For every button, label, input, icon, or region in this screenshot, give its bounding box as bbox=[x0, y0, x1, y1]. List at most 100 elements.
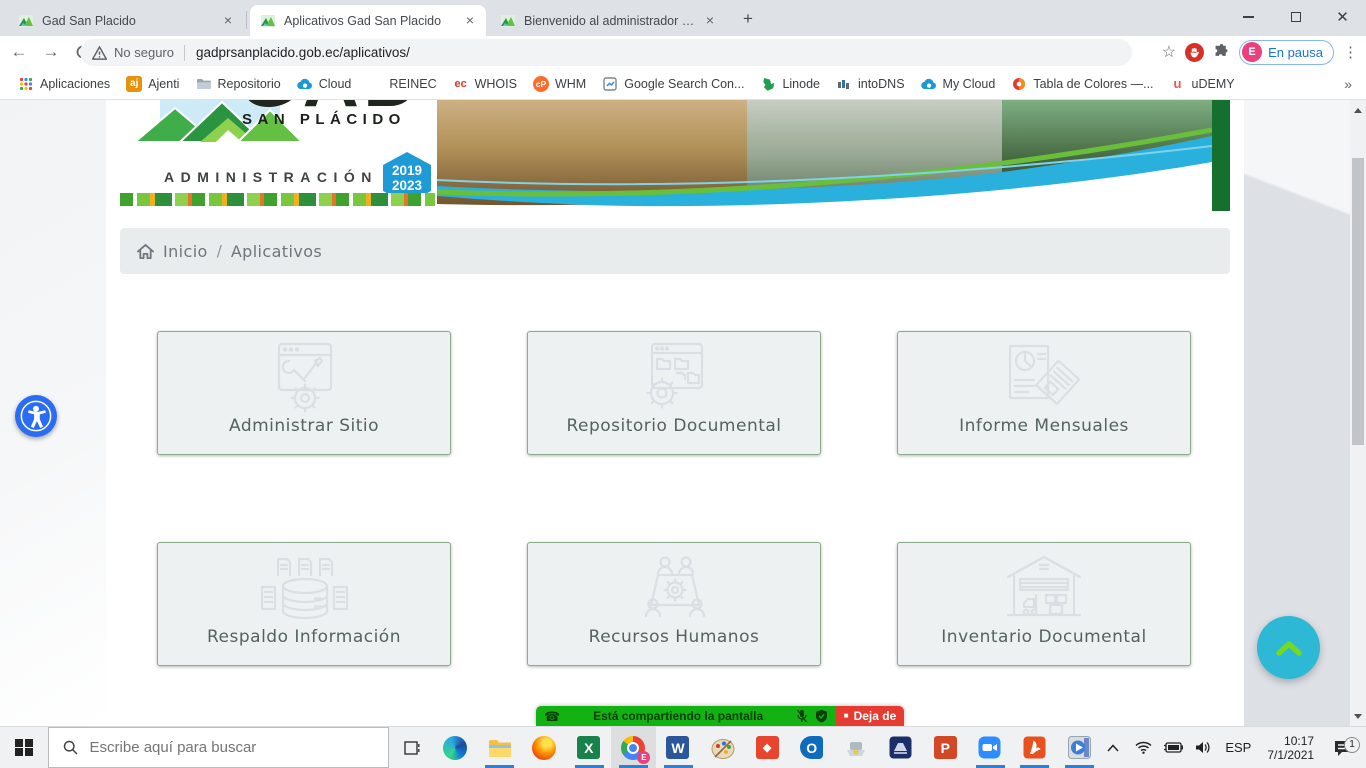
browser-menu-icon[interactable]: ⋮ bbox=[1343, 43, 1358, 61]
chrome-profile-badge: E bbox=[637, 751, 650, 764]
folder-icon bbox=[195, 76, 211, 92]
taskbar-search[interactable] bbox=[48, 727, 390, 768]
battery-icon[interactable] bbox=[1161, 742, 1185, 753]
scrollbar-up-arrow[interactable] bbox=[1350, 102, 1366, 118]
bookmark-label: WHM bbox=[555, 77, 586, 91]
bookmark-tabla-colores[interactable]: Tabla de Colores —... bbox=[1003, 73, 1161, 95]
card-recursos-humanos[interactable]: Recursos Humanos bbox=[527, 542, 821, 666]
taskbar-app-zoom[interactable] bbox=[968, 727, 1013, 768]
bookmark-whm[interactable]: cP WHM bbox=[525, 73, 594, 95]
card-inventario-documental[interactable]: Inventario Documental bbox=[897, 542, 1191, 666]
bookmark-cloud[interactable]: Cloud bbox=[289, 73, 360, 95]
bookmark-label: WHOIS bbox=[475, 77, 517, 91]
tab-close-icon[interactable]: × bbox=[462, 13, 478, 29]
bookmark-udemy[interactable]: u uDEMY bbox=[1162, 73, 1243, 95]
bookmark-label: My Cloud bbox=[943, 77, 996, 91]
taskbar-app-utility[interactable] bbox=[834, 727, 879, 768]
gad-logo-favicon bbox=[260, 13, 276, 29]
taskbar-app-firefox[interactable] bbox=[522, 727, 567, 768]
adblock-hand-icon[interactable] bbox=[1185, 43, 1204, 62]
screen-share-banner: ☎ Está compartiendo la pantalla ■ Deja d… bbox=[536, 706, 904, 726]
back-button[interactable]: ← bbox=[6, 39, 32, 65]
stop-sharing-label: Deja de bbox=[854, 709, 897, 723]
taskbar-app-excel[interactable]: X bbox=[567, 727, 612, 768]
shield-check-icon[interactable] bbox=[815, 709, 828, 723]
taskbar-app-paint[interactable] bbox=[700, 727, 745, 768]
document-inventory-icon bbox=[994, 551, 1094, 625]
tab-bienvenido[interactable]: Bienvenido al administrador de I × bbox=[490, 5, 726, 36]
taskbar-app-pdf[interactable] bbox=[1012, 727, 1057, 768]
start-button[interactable] bbox=[0, 727, 48, 768]
scrollbar-thumb[interactable] bbox=[1352, 158, 1364, 445]
taskbar-app-media-player[interactable] bbox=[1057, 727, 1102, 768]
maximize-button[interactable] bbox=[1272, 0, 1319, 34]
taskbar-app-word[interactable]: W bbox=[656, 727, 701, 768]
card-label: Administrar Sitio bbox=[229, 416, 379, 436]
data-backup-icon bbox=[254, 551, 354, 625]
accessibility-widget-button[interactable] bbox=[15, 395, 57, 437]
task-view-button[interactable] bbox=[389, 727, 433, 768]
bookmark-repositorio[interactable]: Repositorio bbox=[187, 73, 288, 95]
address-bar[interactable]: No seguro gadprsanplacido.gob.ec/aplicat… bbox=[80, 39, 1132, 66]
tray-chevron-up-icon[interactable] bbox=[1101, 744, 1125, 752]
card-respaldo-informacion[interactable]: Respaldo Información bbox=[157, 542, 451, 666]
taskbar-app-file-explorer[interactable] bbox=[477, 727, 522, 768]
udemy-icon: u bbox=[1170, 76, 1186, 92]
scrollbar-down-arrow[interactable] bbox=[1350, 708, 1366, 724]
profile-button[interactable]: E En pausa bbox=[1239, 40, 1334, 65]
notification-center-button[interactable]: 1 bbox=[1326, 739, 1360, 757]
bookmark-linode[interactable]: Linode bbox=[752, 73, 828, 95]
diamond-app-icon: ◆ bbox=[756, 736, 779, 759]
tab-gad-san-placido[interactable]: Gad San Placido × bbox=[8, 5, 244, 36]
mic-muted-icon[interactable] bbox=[796, 709, 808, 723]
tab-close-icon[interactable]: × bbox=[702, 13, 718, 29]
bookmark-ajenti[interactable]: aj Ajenti bbox=[118, 73, 187, 95]
bookmark-reinec[interactable]: REINEC bbox=[359, 73, 444, 95]
tab-close-icon[interactable]: × bbox=[220, 13, 236, 29]
card-informe-mensuales[interactable]: Informe Mensuales bbox=[897, 331, 1191, 455]
taskbar-app-powerpoint[interactable]: P bbox=[923, 727, 968, 768]
bookmarks-overflow-chevron[interactable]: » bbox=[1344, 76, 1352, 92]
breadcrumb-home-link[interactable]: Inicio bbox=[163, 242, 208, 261]
color-wheel-icon bbox=[1011, 76, 1027, 92]
share-message: Está compartiendo la pantalla bbox=[567, 709, 789, 723]
bookmark-star-icon[interactable]: ☆ bbox=[1162, 42, 1176, 62]
taskbar-app-outlook[interactable]: O bbox=[789, 727, 834, 768]
bookmark-search-console[interactable]: Google Search Con... bbox=[594, 73, 752, 95]
url-text[interactable]: gadprsanplacido.gob.ec/aplicativos/ bbox=[196, 45, 410, 60]
card-repositorio-documental[interactable]: Repositorio Documental bbox=[527, 331, 821, 455]
security-label[interactable]: No seguro bbox=[114, 45, 174, 60]
forward-button[interactable]: → bbox=[38, 39, 64, 65]
bookmark-my-cloud[interactable]: My Cloud bbox=[913, 73, 1004, 95]
omnibox-divider bbox=[184, 45, 185, 61]
extensions-puzzle-icon[interactable] bbox=[1213, 44, 1230, 61]
taskbar-app-chrome-active[interactable]: E bbox=[611, 727, 656, 768]
bookmark-whois[interactable]: ec WHOIS bbox=[445, 73, 525, 95]
search-icon bbox=[63, 740, 78, 755]
human-resources-icon bbox=[624, 551, 724, 625]
bookmark-intodns[interactable]: intoDNS bbox=[828, 73, 913, 95]
card-administrar-sitio[interactable]: Administrar Sitio bbox=[157, 331, 451, 455]
bookmark-aplicaciones[interactable]: Aplicaciones bbox=[10, 73, 118, 95]
taskbar-clock[interactable]: 10:17 7/1/2021 bbox=[1261, 734, 1320, 762]
taskbar-app-scanner[interactable] bbox=[879, 727, 924, 768]
scanner-app-icon bbox=[889, 736, 912, 759]
close-button[interactable]: ✕ bbox=[1319, 0, 1366, 34]
home-icon[interactable] bbox=[136, 243, 155, 260]
minimize-button[interactable] bbox=[1225, 0, 1272, 34]
wifi-icon[interactable] bbox=[1131, 741, 1155, 754]
stop-sharing-button[interactable]: ■ Deja de bbox=[836, 706, 904, 726]
language-indicator[interactable]: ESP bbox=[1221, 740, 1255, 755]
gad-logo-favicon bbox=[500, 13, 516, 29]
new-tab-button[interactable]: + bbox=[736, 8, 760, 32]
tab-aplicativos-active[interactable]: Aplicativos Gad San Placido × bbox=[250, 5, 486, 36]
outlook-icon: O bbox=[800, 736, 823, 759]
page-scrollbar[interactable] bbox=[1350, 100, 1366, 726]
taskbar-app-diamond[interactable]: ◆ bbox=[745, 727, 790, 768]
speaker-icon[interactable] bbox=[1191, 741, 1215, 754]
breadcrumb: Inicio / Aplicativos bbox=[120, 228, 1230, 274]
search-input[interactable] bbox=[90, 739, 350, 756]
taskbar-app-edge[interactable] bbox=[433, 727, 478, 768]
brand-top-cropped: GAD bbox=[238, 100, 408, 109]
scroll-to-top-button[interactable] bbox=[1257, 616, 1320, 679]
